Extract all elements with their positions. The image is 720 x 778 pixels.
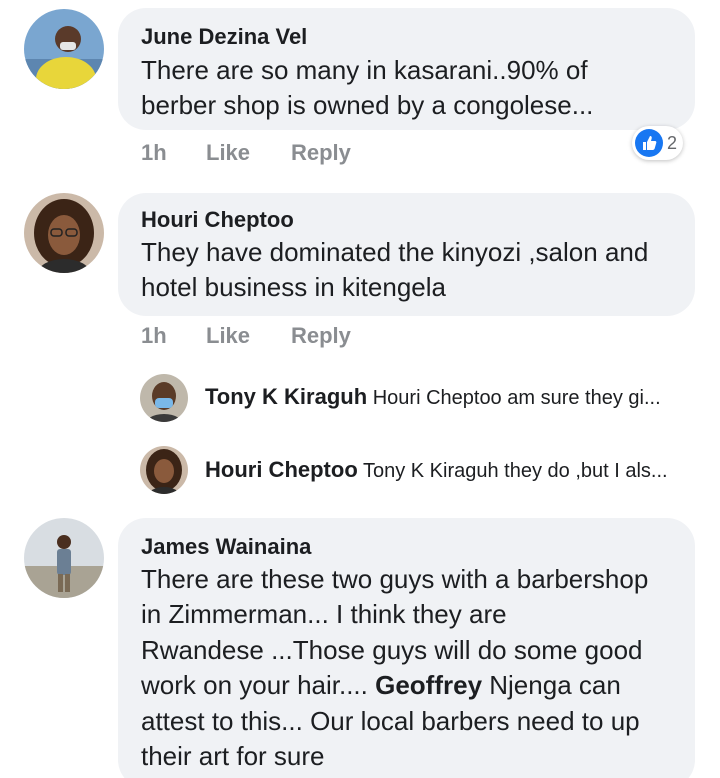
like-button[interactable]: Like	[206, 140, 250, 166]
comment-author[interactable]: Houri Cheptoo	[141, 207, 294, 233]
reply-text: Tony K Kiraguh they do ,but I als...	[362, 460, 668, 482]
reaction-count: 2	[667, 132, 678, 153]
thumbs-up-icon	[635, 129, 663, 157]
reply-button[interactable]: Reply	[291, 323, 351, 349]
comment-timestamp[interactable]: 1h	[141, 323, 167, 349]
like-button[interactable]: Like	[206, 323, 250, 349]
reply-button[interactable]: Reply	[291, 140, 351, 166]
comment-text-line: attest to this... Our local barbers need…	[141, 706, 640, 736]
avatar-tony[interactable]	[140, 374, 188, 422]
comment-text-line: They have dominated the kinyozi ,salon a…	[141, 237, 649, 267]
mention-rest: Njenga can	[482, 670, 621, 700]
mention-link[interactable]: Geoffrey	[375, 670, 482, 700]
comment-text-line: in Zimmerman... I think they are	[141, 599, 507, 629]
comment-text-line: There are these two guys with a barbersh…	[141, 564, 649, 594]
reply-author[interactable]: Tony K Kiraguh	[205, 384, 367, 409]
avatar-june[interactable]	[24, 9, 104, 89]
reply-author[interactable]: Houri Cheptoo	[205, 457, 358, 482]
avatar-james[interactable]	[24, 518, 104, 598]
reply-preview[interactable]: Tony K Kiraguh Houri Cheptoo am sure the…	[205, 384, 661, 410]
comment-text-line: berber shop is owned by a congolese...	[141, 90, 594, 120]
comment-text-line: hotel business in kitengela	[141, 272, 446, 302]
reply-preview[interactable]: Houri Cheptoo Tony K Kiraguh they do ,bu…	[205, 457, 668, 483]
comment-text-line: There are so many in kasarani..90% of	[141, 55, 588, 85]
work-text: work on your hair....	[141, 670, 376, 700]
comment-author[interactable]: June Dezina Vel	[141, 24, 307, 50]
comment-text-line: work on your hair.... Geoffrey Njenga ca…	[141, 668, 621, 704]
reply-text: Houri Cheptoo am sure they gi...	[372, 387, 661, 409]
avatar-houri-small[interactable]	[140, 446, 188, 494]
comment-text-line: Rwandese ...Those guys will do some good	[141, 635, 643, 665]
comment-timestamp[interactable]: 1h	[141, 140, 167, 166]
avatar-houri[interactable]	[24, 193, 104, 273]
comment-text-line: their art for sure	[141, 741, 325, 771]
comment-author[interactable]: James Wainaina	[141, 534, 311, 560]
reaction-badge[interactable]: 2	[632, 126, 684, 160]
